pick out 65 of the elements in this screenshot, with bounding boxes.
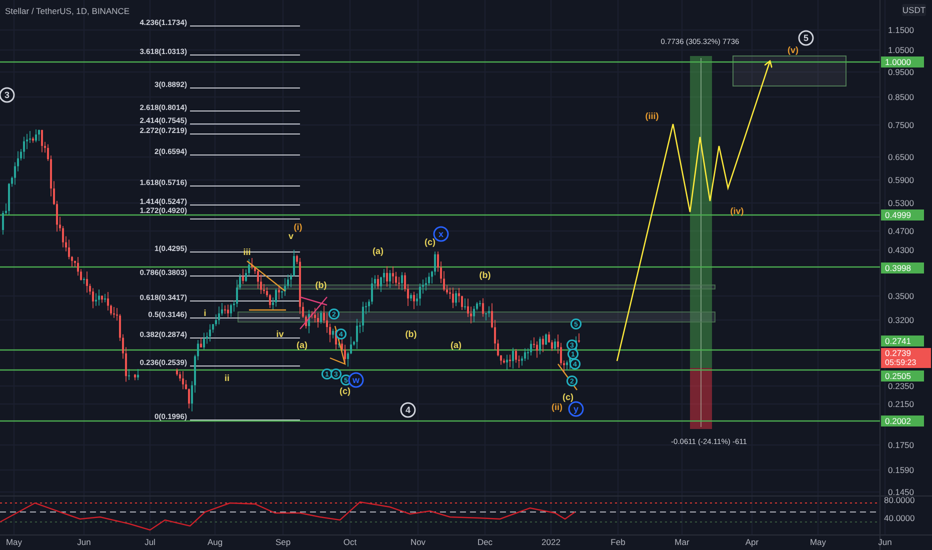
last-price-tag: 0.2739 05:59:23	[881, 348, 931, 368]
circled-wave-label: 4	[400, 402, 416, 418]
price-axis-label: 0.3200	[888, 315, 914, 325]
price-axis-label: 0.2150	[888, 399, 914, 409]
wave-label: (c)	[562, 392, 574, 402]
currency-label: USDT	[902, 4, 926, 16]
price-axis-label: 1.0500	[888, 45, 914, 55]
wave-label: (v)	[788, 45, 798, 55]
time-axis-label: Nov	[410, 537, 426, 547]
wave-label: (b)	[405, 329, 417, 339]
price-tag: 0.2505	[881, 370, 924, 382]
time-axis-label: May	[810, 537, 826, 547]
price-axis-label: 0.1590	[888, 465, 914, 475]
price-axis-label: 0.2350	[888, 381, 914, 391]
circled-wave-label: y	[568, 401, 584, 417]
price-tag: 0.2002	[881, 416, 924, 426]
price-tag: 0.3998	[881, 262, 924, 274]
price-axis-label: 0.7500	[888, 120, 914, 130]
price-axis-label: 0.1450	[888, 487, 914, 497]
price-tag: 0.4999	[881, 210, 924, 220]
price-axis-label: 0.4300	[888, 245, 914, 255]
price-axis-label: 0.8500	[888, 92, 914, 102]
wave-label: (a)	[450, 340, 462, 350]
price-axis-label: 0.6500	[888, 152, 914, 162]
time-axis-label: Sep	[275, 537, 291, 547]
wave-label: iv	[276, 329, 284, 339]
time-axis-label: May	[6, 537, 22, 547]
wave-label: i	[204, 308, 206, 318]
circled-wave-label: 5	[798, 30, 814, 46]
wave-label: (iii)	[645, 111, 659, 121]
price-axis-label: 0.5900	[888, 175, 914, 185]
wave-label: (a)	[372, 246, 384, 256]
wave-label: (iv)	[730, 206, 744, 216]
wave-label: (b)	[315, 280, 327, 290]
wave-label: v	[288, 231, 294, 241]
price-axis-label: 0.5300	[888, 198, 914, 208]
price-axis-label: 1.1500	[888, 25, 914, 35]
wave-label: (i)	[294, 222, 302, 232]
time-axis-label: Dec	[477, 537, 493, 547]
time-axis-label: Feb	[610, 537, 626, 547]
time-axis-label: Oct	[343, 537, 357, 547]
wave-label: (ii)	[552, 402, 562, 412]
chart-title: Stellar / TetherUS, 1D, BINANCE	[5, 6, 130, 16]
wave-label: (c)	[340, 386, 350, 396]
time-axis-label: Apr	[745, 537, 759, 547]
wave-label: ii	[224, 373, 230, 383]
indicator-axis-label: 80.0000	[884, 495, 915, 505]
time-axis-label: Jun	[878, 537, 892, 547]
wave-label: (c)	[424, 237, 436, 247]
price-tag: 1.0000	[881, 56, 924, 68]
price-axis-label: 0.3500	[888, 291, 914, 301]
time-axis-label: Mar	[674, 537, 690, 547]
time-axis-label: 2022	[542, 537, 560, 547]
time-axis-label: Jul	[144, 537, 156, 547]
price-tag: 0.2741	[881, 336, 924, 346]
circled-wave-label: w	[348, 372, 364, 388]
price-axis-label: 0.1750	[888, 440, 914, 450]
indicator-axis-label: 40.0000	[884, 513, 915, 523]
time-axis-label: Jun	[77, 537, 91, 547]
price-axis-label: 0.9500	[888, 67, 914, 77]
time-axis-label: Aug	[207, 537, 223, 547]
wave-label: (b)	[479, 270, 491, 280]
wave-label: (a)	[296, 340, 308, 350]
circled-wave-label: 3	[0, 87, 15, 103]
price-axis-label: 0.4700	[888, 226, 914, 236]
